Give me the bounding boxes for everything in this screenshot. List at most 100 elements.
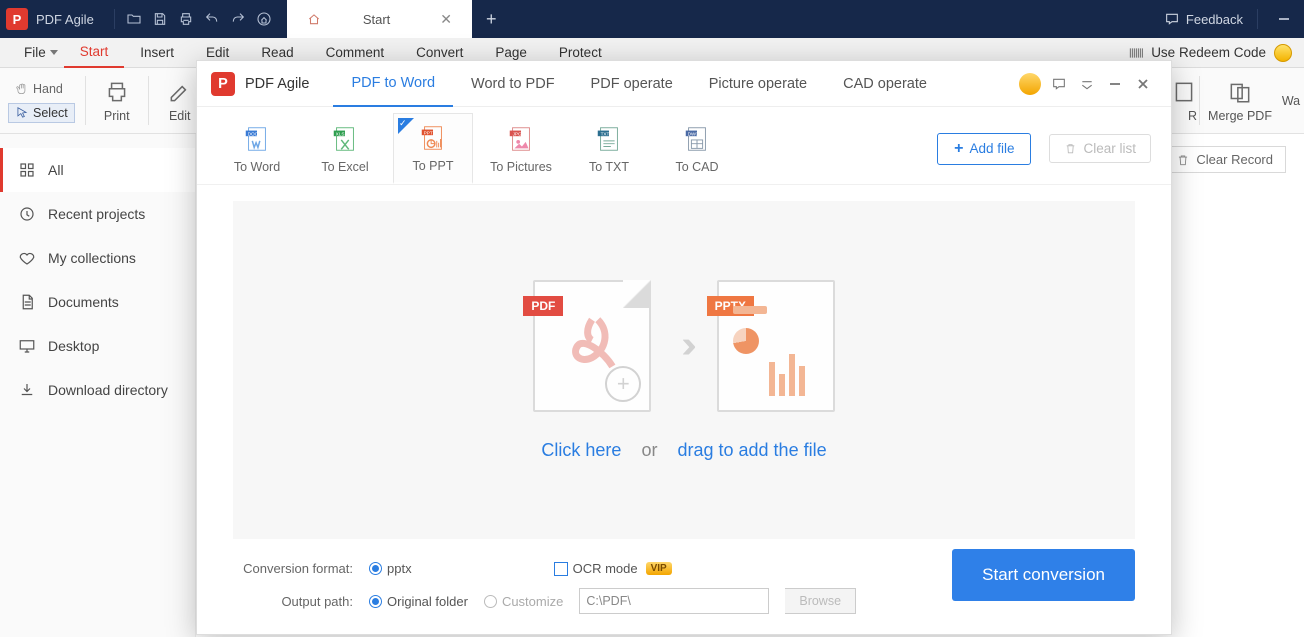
tab-start[interactable]: Start ✕ [287,0,472,38]
clock-icon [18,205,36,223]
download-icon [18,381,36,399]
ocr-mode-checkbox[interactable]: OCR modeVIP [554,561,672,576]
svg-text:PPTX: PPTX [424,130,437,135]
add-file-button[interactable]: +Add file [937,133,1031,165]
arrow-right-icon: ›› [681,324,686,367]
barcode-icon [1129,46,1145,60]
ribbon-cut-right: Wa [1278,68,1304,133]
trash-icon [1064,142,1077,155]
check-badge-icon [398,118,414,134]
clear-record-button[interactable]: Clear Record [1163,146,1286,173]
titlebar: P PDF Agile Start ✕ + Feedback [0,0,1304,38]
ribbon-right-partial[interactable]: R [1169,68,1197,133]
app-logo: P [6,8,28,30]
drag-text: drag to add the file [677,440,826,460]
dialog-logo: P [211,72,235,96]
sidebar-item-desktop[interactable]: Desktop [0,324,195,368]
dialog-message-icon[interactable] [1045,70,1073,98]
subtab-excel[interactable]: XLSX To Excel [305,113,385,184]
home-icon[interactable] [251,6,277,32]
sidebar-item-collections[interactable]: My collections [0,236,195,280]
start-conversion-button[interactable]: Start conversion [952,549,1135,601]
document-icon [18,293,36,311]
window-minimize[interactable] [1264,0,1304,38]
new-tab-button[interactable]: + [472,0,511,38]
user-avatar[interactable] [1019,73,1041,95]
dialog-title: PDF Agile [245,76,309,92]
plus-icon: + [486,9,497,30]
svg-text:DWG: DWG [688,131,700,136]
subtab-ppt[interactable]: PPTX To PPT [393,113,473,184]
txt-file-icon: TXT [594,124,624,154]
sidebar-item-recent[interactable]: Recent projects [0,192,195,236]
dlg-tab-word2pdf[interactable]: Word to PDF [453,61,573,107]
clear-list-button[interactable]: Clear list [1049,134,1151,163]
output-path-input[interactable] [579,588,769,614]
subtab-pictures[interactable]: JPG To Pictures [481,113,561,184]
chevron-down-icon [50,50,58,55]
ppt-file-icon: PPTX [418,123,448,153]
trash-icon [1176,153,1190,167]
feedback-button[interactable]: Feedback [1164,11,1243,27]
app-title: PDF Agile [36,12,94,27]
add-circle-icon: + [605,366,641,402]
print-icon[interactable] [173,6,199,32]
subtab-txt[interactable]: TXT To TXT [569,113,649,184]
cad-file-icon: DWG [682,124,712,154]
menu-insert[interactable]: Insert [124,38,190,68]
plus-icon: + [954,140,963,158]
tab-home-icon [307,12,321,26]
feedback-icon [1164,11,1180,27]
output-original-radio[interactable]: Original folder [369,594,468,609]
dialog-close[interactable] [1129,70,1157,98]
printer-icon [104,79,130,105]
hand-tool[interactable]: Hand [8,79,75,99]
save-icon[interactable] [147,6,173,32]
coin-icon[interactable] [1274,44,1292,62]
cursor-icon [15,106,29,120]
undo-icon[interactable] [199,6,225,32]
dialog-footer: Conversion format: pptx OCR modeVIP Outp… [197,555,1171,626]
excel-file-icon: XLSX [330,124,360,154]
browse-button[interactable]: Browse [785,588,856,614]
dlg-tab-cadoperate[interactable]: CAD operate [825,61,945,107]
svg-text:XLSX: XLSX [336,131,349,136]
open-folder-icon[interactable] [121,6,147,32]
ribbon-print[interactable]: Print [88,68,146,133]
hand-icon [15,82,29,96]
sidebar-item-documents[interactable]: Documents [0,280,195,324]
sidebar: All Recent projects My collections Docum… [0,134,196,637]
select-tool[interactable]: Select [8,103,75,123]
grid-icon [18,161,36,179]
click-here-link[interactable]: Click here [541,440,621,460]
sidebar-item-all[interactable]: All [0,148,195,192]
dropzone[interactable]: PDF + ›› PPTX Click here or dr [233,201,1135,539]
format-pptx-radio[interactable]: pptx [369,561,412,576]
tab-close-icon[interactable]: ✕ [440,11,452,28]
dialog-header: P PDF Agile PDF to Word Word to PDF PDF … [197,61,1171,107]
tool-icon [1171,79,1197,105]
word-file-icon: DOCX [242,124,272,154]
subtab-cad[interactable]: DWG To CAD [657,113,737,184]
output-label: Output path: [233,594,353,609]
dialog-menu-icon[interactable] [1073,70,1101,98]
dlg-tab-pdfoperate[interactable]: PDF operate [573,61,691,107]
dlg-tab-pdf2word[interactable]: PDF to Word [333,61,453,107]
dialog-subtabs: DOCX To Word XLSX To Excel PPTX To PPT J… [197,107,1171,185]
redeem-code-button[interactable]: Use Redeem Code [1129,45,1266,60]
dialog-minimize[interactable] [1101,70,1129,98]
dlg-tab-picoperate[interactable]: Picture operate [691,61,825,107]
tab-label: Start [363,12,390,27]
menu-start[interactable]: Start [64,38,125,68]
document-tabs: Start ✕ + [287,0,511,38]
heart-icon [18,249,36,267]
sidebar-item-download[interactable]: Download directory [0,368,195,412]
dropzone-text: Click here or drag to add the file [541,440,826,461]
menu-file[interactable]: File [8,38,64,68]
redo-icon[interactable] [225,6,251,32]
ribbon-merge-pdf[interactable]: Merge PDF [1202,68,1278,133]
merge-icon [1227,79,1253,105]
output-custom-radio[interactable]: Customize [484,594,563,609]
ribbon-cursor-group: Hand Select [0,68,83,133]
subtab-word[interactable]: DOCX To Word [217,113,297,184]
